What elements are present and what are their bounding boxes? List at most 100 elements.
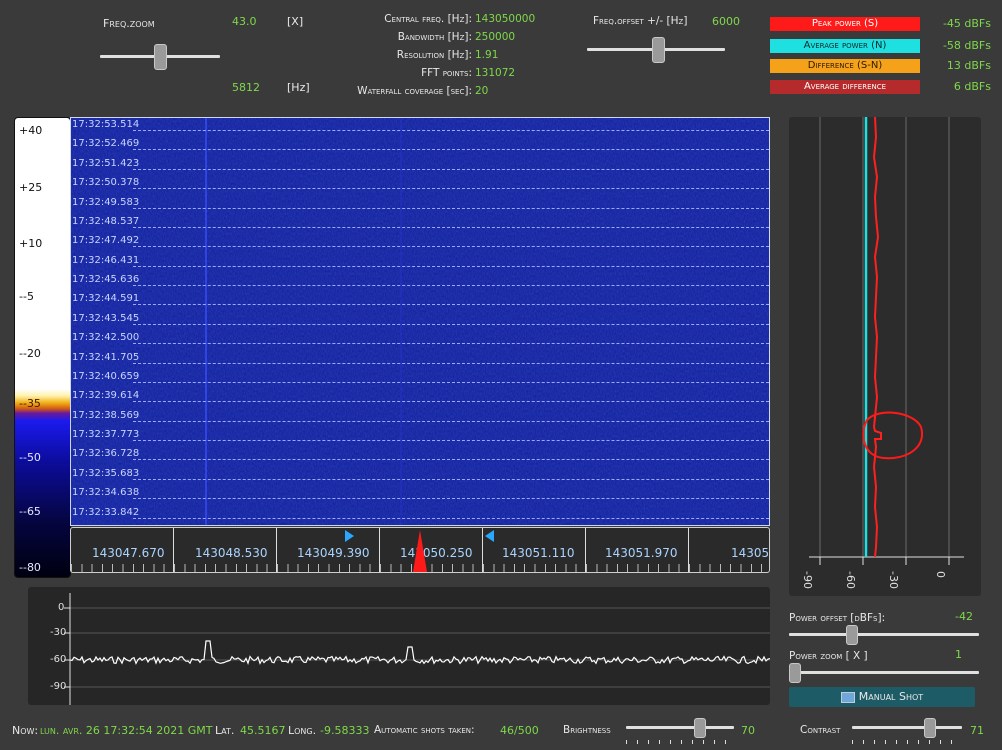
contrast-ticks <box>852 740 962 744</box>
waterfall-coverage-label: Waterfall coverage [sec]: <box>357 85 472 97</box>
freq-markers <box>345 530 494 572</box>
central-freq-label: Central freq. [Hz]: <box>384 13 472 25</box>
status-shots-value: 46/500 <box>500 724 539 737</box>
resolution-value: 1.91 <box>475 49 499 61</box>
waterfall-timestamp: 17:32:45.636 <box>72 274 140 286</box>
freq-offset-left-marker <box>485 530 494 542</box>
spectrum-graph <box>64 593 770 705</box>
central-freq-value: 143050000 <box>475 13 536 25</box>
center-freq-marker <box>413 530 427 572</box>
power-zoom-slider-thumb[interactable] <box>789 663 801 683</box>
waterfall-timestamp: 17:32:53.514 <box>72 119 140 130</box>
waterfall-coverage-value: 20 <box>475 85 489 97</box>
waterfall-timestamp: 17:32:36.728 <box>72 448 140 460</box>
waterfall-timestamp: 17:32:43.545 <box>72 312 140 324</box>
waterfall-display[interactable]: 17:32:53.514 17:32:52.469 17:32:51.423 17:3… <box>70 117 770 526</box>
waterfall-row-divider <box>133 188 769 190</box>
waterfall-row-divider <box>133 265 769 267</box>
legend-average-difference: Average difference <box>770 80 920 94</box>
contrast-slider-thumb[interactable] <box>924 718 936 738</box>
power-axis-label: -60 <box>844 571 857 589</box>
frequency-axis[interactable]: 143047.670 143048.530 143049.390 143050.… <box>70 527 770 573</box>
waterfall-row: 17:32:52.469 <box>71 138 769 157</box>
status-now-label: Now: <box>12 724 39 737</box>
color-scale-label: --80 <box>19 561 41 574</box>
waterfall-timestamp: 17:32:39.614 <box>72 390 140 402</box>
contrast-value: 71 <box>970 724 984 737</box>
spectrum-axis-label: 0 <box>58 602 65 613</box>
spectrum-display[interactable]: 0 -30 -60 -90 <box>28 587 770 705</box>
resolution-label: Resolution [Hz]: <box>396 49 472 61</box>
waterfall-row-divider <box>133 498 769 500</box>
waterfall-timestamp: 17:32:44.591 <box>72 293 140 305</box>
color-scale-label: +40 <box>19 124 43 137</box>
color-scale-label: --20 <box>19 347 41 360</box>
waterfall-timestamp: 17:32:35.683 <box>72 467 140 479</box>
status-now-value: lun. avr. 26 17:32:54 2021 GMT <box>40 724 213 737</box>
contrast-slider-track[interactable] <box>852 726 962 729</box>
waterfall-row: 17:32:46.431 <box>71 255 769 274</box>
waterfall-row: 17:32:53.514 <box>71 119 769 138</box>
waterfall-row: 17:32:35.683 <box>71 468 769 487</box>
color-scale-label: --50 <box>19 451 41 464</box>
waterfall-timestamp: 17:32:47.492 <box>72 235 140 247</box>
freq-zoom-hz-unit: [Hz] <box>287 81 310 94</box>
freq-zoom-value: 43.0 <box>232 15 257 28</box>
color-scale-label: +10 <box>19 237 43 250</box>
freq-zoom-slider-thumb[interactable] <box>154 44 167 70</box>
brightness-slider-thumb[interactable] <box>694 718 706 738</box>
waterfall-row-divider <box>133 285 769 287</box>
waterfall-row: 17:32:47.492 <box>71 235 769 254</box>
waterfall-row-divider <box>133 517 769 519</box>
waterfall-timestamp: 17:32:50.378 <box>72 177 140 189</box>
waterfall-timestamp: 17:32:38.569 <box>72 409 140 421</box>
status-lat-value: 45.5167 <box>240 724 286 737</box>
legend-difference: Difference (S-N) <box>770 59 920 73</box>
power-panel[interactable]: -90 -60 -30 0 <box>789 117 981 596</box>
brightness-value: 70 <box>741 724 755 737</box>
power-offset-slider-thumb[interactable] <box>846 625 858 645</box>
waterfall-timestamp: 17:32:41.705 <box>72 351 140 363</box>
power-offset-slider-track[interactable] <box>789 633 979 636</box>
waterfall-timestamp: 17:32:51.423 <box>72 157 140 169</box>
waterfall-row: 17:32:34.638 <box>71 487 769 506</box>
power-graph <box>809 117 964 565</box>
waterfall-row-divider <box>133 323 769 325</box>
waterfall-row-divider <box>133 168 769 170</box>
legend-average-power: Average power (N) <box>770 39 920 53</box>
status-long-label: Long. <box>288 724 317 737</box>
waterfall-row-divider <box>133 362 769 364</box>
brightness-slider-track[interactable] <box>626 726 734 729</box>
highlight-circle <box>862 411 924 460</box>
freq-zoom-unit: [X] <box>287 15 304 28</box>
waterfall-timestamp: 17:32:46.431 <box>72 254 140 266</box>
camera-icon <box>840 691 855 703</box>
waterfall-row: 17:32:36.728 <box>71 448 769 467</box>
waterfall-row: 17:32:41.705 <box>71 352 769 371</box>
waterfall-row: 17:32:38.569 <box>71 410 769 429</box>
manual-shot-label: Manual Shot <box>858 690 924 703</box>
brightness-ticks <box>626 740 734 744</box>
freq-zoom-label: Freq.zoom <box>103 17 155 30</box>
waterfall-row: 17:32:51.423 <box>71 158 769 177</box>
waterfall-row: 17:32:39.614 <box>71 390 769 409</box>
freq-offset-slider-thumb[interactable] <box>652 37 665 63</box>
fft-points-label: FFT points: <box>421 67 472 79</box>
power-axis-label: 0 <box>934 571 947 578</box>
waterfall-row: 17:32:42.500 <box>71 332 769 351</box>
power-axis-label: -30 <box>887 571 900 589</box>
manual-shot-button[interactable]: Manual Shot <box>789 687 975 707</box>
power-offset-label: Power offset [dBFs]: <box>789 612 886 624</box>
status-shots-label: Automatic shots taken: <box>374 724 475 736</box>
power-zoom-slider-track[interactable] <box>789 671 979 674</box>
color-scale-label: --35 <box>19 397 41 410</box>
waterfall-row: 17:32:33.842 <box>71 506 769 525</box>
freq-offset-label: Freq.offset +/- [Hz] <box>593 15 688 27</box>
waterfall-timestamp: 17:32:33.842 <box>72 506 140 518</box>
power-zoom-value: 1 <box>955 648 962 661</box>
freq-offset-right-marker <box>345 530 354 542</box>
waterfall-row-divider <box>133 149 769 151</box>
power-zoom-label: Power zoom [ X ] <box>789 650 868 662</box>
waterfall-row-divider <box>133 459 769 461</box>
legend-peak-power: Peak power (S) <box>770 17 920 31</box>
